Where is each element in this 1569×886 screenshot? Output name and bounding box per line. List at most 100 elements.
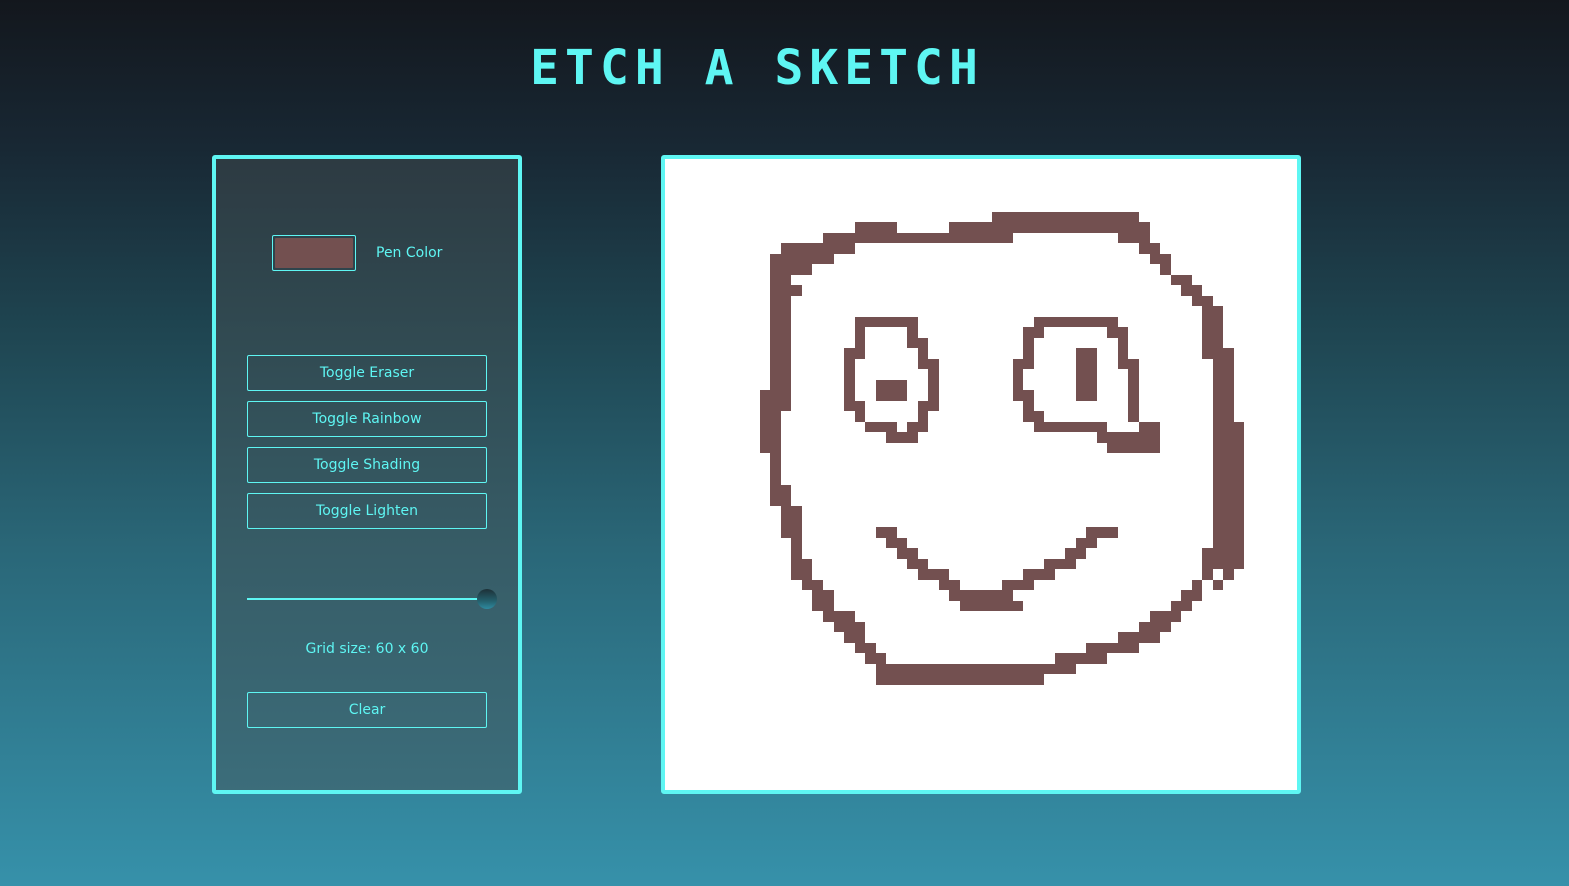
grid-cell[interactable] <box>665 295 676 307</box>
grid-cell[interactable] <box>970 590 981 601</box>
grid-cell[interactable] <box>759 306 771 317</box>
grid-cell[interactable] <box>707 600 718 612</box>
grid-cell[interactable] <box>896 695 908 706</box>
grid-cell[interactable] <box>949 684 960 696</box>
grid-cell[interactable] <box>1149 348 1161 359</box>
grid-cell[interactable] <box>728 264 739 275</box>
grid-cell[interactable] <box>991 264 1003 275</box>
grid-cell[interactable] <box>665 348 676 359</box>
grid-cell[interactable] <box>801 348 813 359</box>
grid-cell[interactable] <box>959 264 971 275</box>
grid-cell[interactable] <box>833 737 845 748</box>
grid-cell[interactable] <box>938 421 950 433</box>
grid-cell[interactable] <box>686 548 697 559</box>
grid-cell[interactable] <box>801 411 813 422</box>
grid-cell[interactable] <box>1160 379 1171 391</box>
grid-cell[interactable] <box>728 358 739 370</box>
grid-cell[interactable] <box>738 159 750 170</box>
grid-cell[interactable] <box>1149 369 1161 380</box>
grid-cell[interactable] <box>1275 390 1287 401</box>
grid-cell[interactable] <box>865 716 876 727</box>
grid-cell[interactable] <box>1023 432 1034 443</box>
grid-cell[interactable] <box>1202 190 1213 202</box>
grid-cell[interactable] <box>907 516 918 528</box>
grid-cell[interactable] <box>938 758 950 769</box>
grid-cell[interactable] <box>865 705 876 717</box>
grid-cell[interactable] <box>738 306 750 317</box>
grid-cell[interactable] <box>959 442 971 454</box>
grid-cell[interactable] <box>1170 726 1182 738</box>
grid-cell[interactable] <box>865 348 876 359</box>
grid-cell[interactable] <box>1139 506 1150 517</box>
grid-cell[interactable] <box>1044 232 1055 244</box>
grid-cell[interactable] <box>696 632 708 643</box>
grid-cell[interactable] <box>738 453 750 464</box>
grid-cell[interactable] <box>1012 400 1024 412</box>
grid-cell[interactable] <box>1086 548 1097 559</box>
grid-cell[interactable] <box>1170 306 1182 317</box>
grid-cell[interactable] <box>1075 600 1087 612</box>
grid-cell[interactable] <box>1286 295 1297 307</box>
grid-cell[interactable] <box>696 316 708 328</box>
grid-cell[interactable] <box>1107 337 1118 349</box>
grid-cell[interactable] <box>823 684 834 696</box>
grid-cell[interactable] <box>1096 579 1108 591</box>
grid-cell[interactable] <box>907 327 918 338</box>
grid-cell[interactable] <box>1128 337 1139 349</box>
grid-cell[interactable] <box>1075 695 1087 706</box>
grid-cell[interactable] <box>707 758 718 769</box>
grid-cell[interactable] <box>970 527 981 538</box>
grid-cell[interactable] <box>1012 558 1024 570</box>
grid-cell[interactable] <box>981 474 992 486</box>
grid-cell[interactable] <box>1107 400 1118 412</box>
grid-cell[interactable] <box>907 432 918 443</box>
grid-cell[interactable] <box>844 590 855 601</box>
grid-cell[interactable] <box>1244 411 1255 422</box>
grid-cell[interactable] <box>707 411 718 422</box>
grid-cell[interactable] <box>1202 716 1213 727</box>
grid-cell[interactable] <box>844 201 855 212</box>
grid-cell[interactable] <box>1139 222 1150 233</box>
grid-cell[interactable] <box>833 232 845 244</box>
grid-cell[interactable] <box>1149 232 1161 244</box>
grid-cell[interactable] <box>844 506 855 517</box>
grid-cell[interactable] <box>875 548 887 559</box>
grid-cell[interactable] <box>1117 705 1129 717</box>
grid-cell[interactable] <box>865 768 876 780</box>
grid-cell[interactable] <box>833 653 845 664</box>
grid-cell[interactable] <box>1149 411 1161 422</box>
grid-cell[interactable] <box>717 180 729 191</box>
grid-cell[interactable] <box>1244 569 1255 580</box>
grid-cell[interactable] <box>665 306 676 317</box>
grid-cell[interactable] <box>928 674 939 685</box>
grid-cell[interactable] <box>696 716 708 727</box>
grid-cell[interactable] <box>1244 232 1255 244</box>
grid-cell[interactable] <box>1096 453 1108 464</box>
grid-cell[interactable] <box>665 642 676 654</box>
grid-cell[interactable] <box>759 579 771 591</box>
grid-cell[interactable] <box>738 537 750 549</box>
grid-cell[interactable] <box>949 379 960 391</box>
grid-cell[interactable] <box>801 327 813 338</box>
grid-cell[interactable] <box>844 222 855 233</box>
grid-cell[interactable] <box>854 590 866 601</box>
grid-cell[interactable] <box>844 516 855 528</box>
grid-cell[interactable] <box>1054 632 1066 643</box>
grid-cell[interactable] <box>949 569 960 580</box>
grid-cell[interactable] <box>1233 400 1245 412</box>
grid-cell[interactable] <box>886 411 897 422</box>
grid-cell[interactable] <box>1275 211 1287 223</box>
grid-cell[interactable] <box>675 485 687 496</box>
grid-cell[interactable] <box>1254 190 1266 202</box>
grid-cell[interactable] <box>1286 358 1297 370</box>
grid-cell[interactable] <box>959 232 971 244</box>
grid-cell[interactable] <box>928 663 939 675</box>
grid-cell[interactable] <box>1275 306 1287 317</box>
grid-cell[interactable] <box>970 716 981 727</box>
grid-cell[interactable] <box>665 695 676 706</box>
grid-cell[interactable] <box>981 737 992 748</box>
grid-cell[interactable] <box>970 348 981 359</box>
grid-cell[interactable] <box>1139 190 1150 202</box>
grid-cell[interactable] <box>854 463 866 475</box>
grid-cell[interactable] <box>928 453 939 464</box>
